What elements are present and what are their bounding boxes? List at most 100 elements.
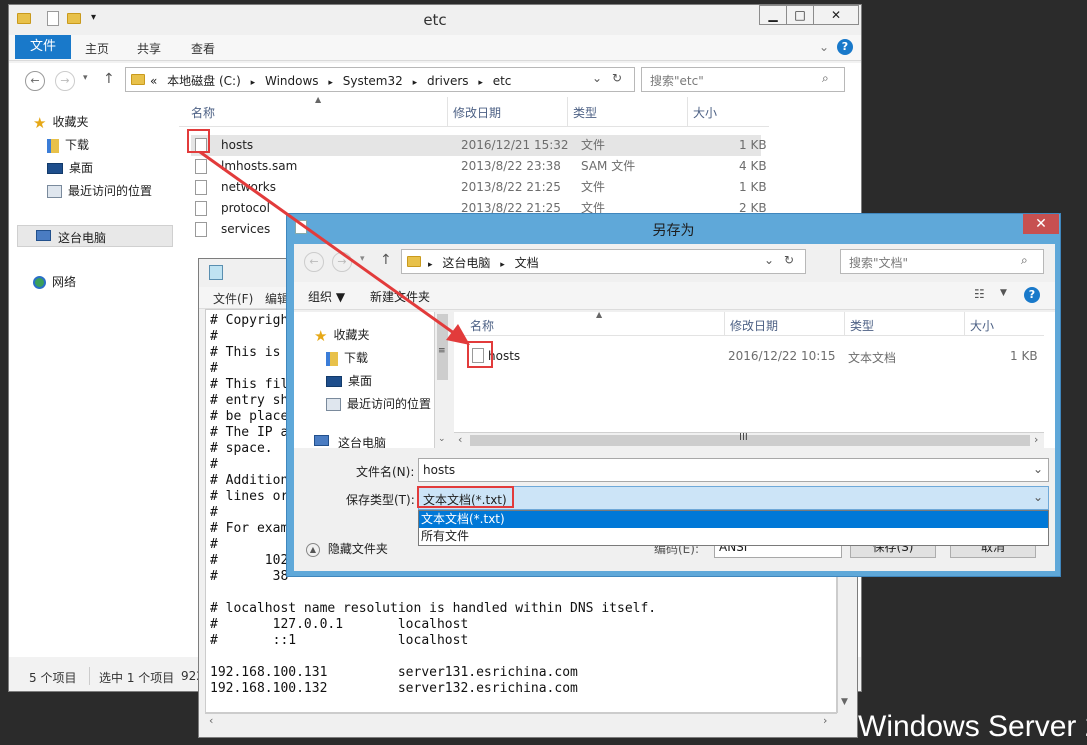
scroll-down-icon[interactable]: ▼ (841, 697, 848, 707)
column-name[interactable]: 名称 (191, 104, 215, 121)
column-divider[interactable] (687, 97, 688, 127)
explorer-titlebar[interactable]: ▾ etc ▁ □ ✕ (9, 5, 861, 35)
scrollbar-thumb[interactable] (470, 435, 1030, 446)
forward-button[interactable]: → (55, 71, 75, 91)
breadcrumb-etc[interactable]: etc (493, 74, 512, 88)
nav-recent[interactable]: 最近访问的位置 (47, 182, 152, 202)
nav-downloads[interactable]: 下载 (47, 136, 89, 156)
tab-file[interactable]: 文件 (15, 35, 71, 59)
breadcrumb-drivers[interactable]: drivers (427, 74, 469, 88)
scroll-left-icon[interactable]: ‹ (209, 714, 213, 727)
help-icon[interactable]: ? (1024, 287, 1040, 303)
refresh-icon[interactable]: ↻ (784, 253, 794, 267)
refresh-icon[interactable]: ↻ (612, 71, 622, 85)
scroll-right-icon[interactable]: › (1034, 433, 1038, 446)
tab-share[interactable]: 共享 (137, 40, 161, 57)
close-button[interactable]: ✕ (813, 5, 859, 25)
column-date[interactable]: 修改日期 (453, 104, 501, 121)
nav-favorites[interactable]: ★ 收藏夹 (314, 326, 369, 346)
nav-favorites[interactable]: ★ 收藏夹 (33, 113, 88, 133)
text-line (210, 649, 832, 665)
nav-network[interactable]: 网络 (33, 273, 76, 293)
dialog-address-bar[interactable]: ▸ 这台电脑 ▸ 文档 ⌄ ↻ (401, 249, 806, 274)
maximize-button[interactable]: □ (786, 5, 814, 25)
nav-desktop[interactable]: 桌面 (47, 159, 93, 179)
chevron-down-icon[interactable]: ⌄ (1033, 490, 1043, 504)
search-icon[interactable]: ⌕ (822, 71, 829, 86)
column-date[interactable]: 修改日期 (730, 317, 778, 334)
nav-this-pc-selected[interactable]: 这台电脑 (17, 225, 173, 247)
breadcrumb-windows[interactable]: Windows (265, 74, 319, 88)
column-divider[interactable] (724, 312, 725, 336)
menu-file[interactable]: 文件(F) (213, 290, 253, 307)
column-size[interactable]: 大小 (693, 104, 717, 121)
view-options-icon[interactable]: ☷ (974, 287, 985, 301)
file-type: 文件 (581, 138, 606, 152)
nav-this-pc[interactable]: 这台电脑 (308, 430, 428, 448)
close-button[interactable]: ✕ (1023, 214, 1059, 234)
column-size[interactable]: 大小 (970, 317, 994, 334)
desktop-icon (47, 163, 63, 174)
tab-home[interactable]: 主页 (85, 40, 109, 57)
search-input[interactable]: 搜索"文档" ⌕ (840, 249, 1044, 274)
file-row-hosts[interactable]: hosts 2016/12/21 15:32 文件 1 KB (191, 135, 767, 156)
column-divider[interactable] (567, 97, 568, 127)
expand-ribbon-icon[interactable]: ⌄ (819, 40, 829, 54)
chevron-right-icon[interactable]: ▸ (328, 78, 333, 88)
back-button[interactable]: ← (25, 71, 45, 91)
scroll-right-icon[interactable]: › (823, 714, 827, 727)
filename-input[interactable]: hosts ⌄ (418, 458, 1049, 482)
file-date: 2013/8/22 21:25 (461, 180, 561, 194)
chevron-right-icon[interactable]: ▸ (428, 260, 433, 270)
forward-button[interactable]: → (332, 252, 352, 272)
chevron-right-icon[interactable]: ▸ (478, 78, 483, 88)
horizontal-scrollbar[interactable]: ‹ III › (454, 432, 1044, 448)
back-button[interactable]: ← (304, 252, 324, 272)
breadcrumb-documents[interactable]: 文档 (515, 256, 539, 270)
address-dropdown-icon[interactable]: ⌄ (592, 71, 602, 85)
column-divider[interactable] (844, 312, 845, 336)
nav-recent[interactable]: 最近访问的位置 (326, 395, 431, 415)
nav-pane-scrollbar[interactable]: ≡ ⌄ (434, 312, 450, 448)
chevron-right-icon[interactable]: ▸ (500, 260, 505, 270)
help-icon[interactable]: ? (837, 39, 853, 55)
view-dropdown-icon[interactable]: ▼ (1000, 288, 1007, 298)
breadcrumb-this-pc[interactable]: 这台电脑 (442, 256, 490, 270)
minimize-button[interactable]: ▁ (759, 5, 787, 25)
file-row-lmhosts[interactable]: lmhosts.sam 2013/8/22 23:38 SAM 文件 4 KB (191, 156, 767, 177)
organize-button[interactable]: 组织 ▼ (308, 288, 345, 305)
horizontal-scrollbar[interactable]: ‹ › (205, 713, 837, 729)
file-row-hosts[interactable]: hosts 2016/12/22 10:15 文本文档 1 KB (464, 346, 1054, 366)
search-input[interactable]: 搜索"etc" ⌕ (641, 67, 845, 92)
address-dropdown-icon[interactable]: ⌄ (764, 253, 774, 267)
scroll-left-icon[interactable]: ‹ (458, 433, 462, 446)
chevron-right-icon[interactable]: ▸ (251, 78, 256, 88)
option-text-document[interactable]: 文本文档(*.txt) (419, 511, 1048, 528)
up-button[interactable]: ↑ (103, 71, 115, 87)
hide-folders-toggle[interactable]: ▲ 隐藏文件夹 (306, 540, 388, 557)
recent-locations-icon[interactable]: ▾ (360, 254, 365, 264)
file-row-networks[interactable]: networks 2013/8/22 21:25 文件 1 KB (191, 177, 767, 198)
chevron-right-icon[interactable]: ▸ (413, 78, 418, 88)
scroll-down-icon[interactable]: ⌄ (438, 434, 446, 444)
column-type[interactable]: 类型 (573, 104, 597, 121)
column-divider[interactable] (964, 312, 965, 336)
column-type[interactable]: 类型 (850, 317, 874, 334)
new-folder-button[interactable]: 新建文件夹 (370, 288, 430, 305)
recent-locations-icon[interactable]: ▾ (83, 73, 88, 83)
tab-view[interactable]: 查看 (191, 40, 215, 57)
nav-label: 桌面 (69, 161, 94, 175)
option-all-files[interactable]: 所有文件 (419, 528, 1048, 545)
nav-desktop[interactable]: 桌面 (326, 372, 372, 392)
column-name[interactable]: 名称 (470, 317, 494, 334)
chevron-down-icon[interactable]: ⌄ (1033, 462, 1043, 476)
column-divider[interactable] (447, 97, 448, 127)
address-bar[interactable]: « 本地磁盘 (C:) ▸ Windows ▸ System32 ▸ drive… (125, 67, 635, 92)
file-icon (195, 159, 207, 174)
up-button[interactable]: ↑ (380, 252, 392, 268)
breadcrumb-local-disk[interactable]: 本地磁盘 (C:) (167, 74, 241, 88)
search-icon[interactable]: ⌕ (1021, 253, 1028, 268)
breadcrumb-system32[interactable]: System32 (343, 74, 403, 88)
nav-downloads[interactable]: 下载 (326, 349, 368, 369)
breadcrumb-overflow[interactable]: « (150, 74, 157, 88)
